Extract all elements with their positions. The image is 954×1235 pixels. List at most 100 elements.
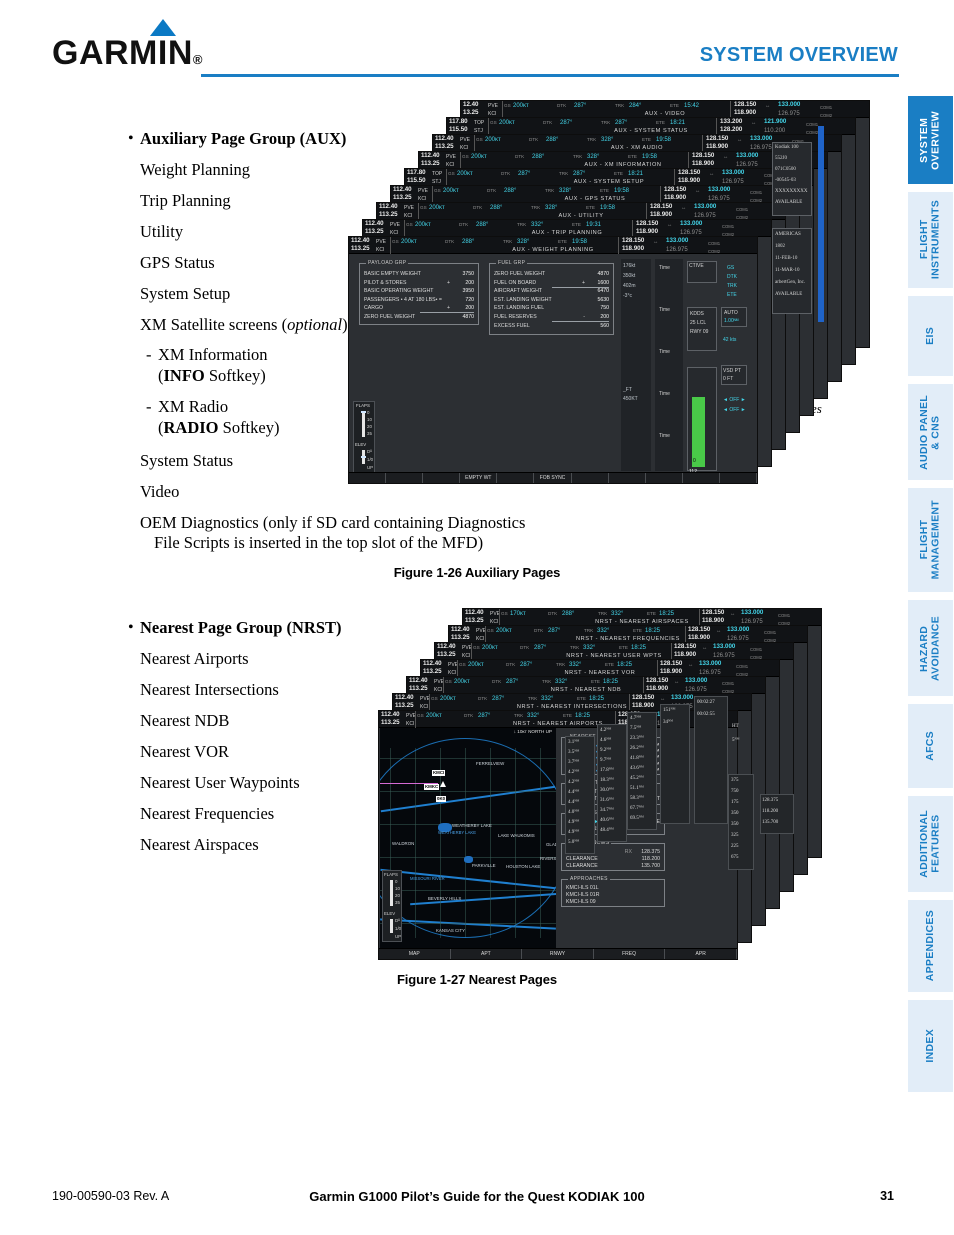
trk-value: 328° [587,153,600,160]
softkey-10[interactable] [683,473,720,483]
gs-label: GS [406,222,413,227]
figure-1-26-caption: Figure 1-26 Auxiliary Pages [393,565,561,580]
elev-label: ELEV [355,442,367,447]
chapter-tab-index[interactable]: INDEX [908,1000,953,1092]
gs-value: 200ᴋᴛ [457,170,473,177]
mfd-screen[interactable]: 112.40 113.25 PVE KCI GS 200ᴋᴛ DTK 287° TRK 332° E… [378,710,738,960]
softkey-2[interactable] [386,473,424,483]
dtk-label: DTK [529,137,539,142]
nav-separator [629,694,630,711]
payload-group-title: PAYLOAD GRP [366,260,409,266]
chapter-tab-eis[interactable]: EIS [908,296,953,376]
com-swap-icon: ↔ [716,628,722,634]
kdds-line2: 25 LCL [690,320,707,326]
softkey-6[interactable]: FOB SYNC [534,473,572,483]
nearest-airports-pane[interactable]: NEAREST AIRPORTS → KMCI ◆ 324° 4.5ᴺᴹ KMKC ◆ 152°… [561,734,665,775]
nav1-freq: 112.40 [365,220,384,227]
gs-label: GS [392,239,399,244]
approach-row[interactable]: KMCI-ILS 09 [566,899,660,905]
trk-value: 332° [555,678,568,685]
softkey-nrst-4[interactable]: FREQ [594,949,666,959]
chapter-tab-audio-panel-cns[interactable]: AUDIO PANEL & CNS [908,384,953,480]
time-block-4 [658,445,678,461]
softkey-8[interactable] [609,473,646,483]
gs-value: 200ᴋᴛ [429,204,445,211]
approach-row[interactable]: KMCI-ILS 01R [566,892,660,898]
auto-value: 1.00ᴺᴹ [724,318,739,324]
ete-value: 19:58 [656,136,672,143]
gs-label: GS [462,154,469,159]
payload-row-value: 3750 [462,271,474,277]
gs-label: GS [417,713,424,718]
com-swap-icon: ↔ [674,679,680,685]
gs-value: 200ᴋᴛ [468,661,484,668]
aux-subitem-xm-information-softkey: (INFO Softkey) [158,366,266,386]
softkey-1[interactable] [349,473,387,483]
nav1-freq: 117.80 [449,118,468,125]
dtk-label: DTK [548,611,558,616]
chapter-tab-flight-instruments[interactable]: FLIGHT INSTRUMENTS [908,192,953,288]
chapter-tab-hazard-avoidance[interactable]: HAZARD AVOIDANCE [908,600,953,696]
chapter-tab-additional-features[interactable]: ADDITIONAL FEATURES [908,796,953,892]
mfd-nav-status-bar: 117.80 115.50 TOP STJ GS 200ᴋᴛ DTK 287° TRK 287° E… [405,169,813,186]
softkey-nrst-2[interactable]: APT [451,949,523,959]
dtk-value: 288° [546,136,559,143]
chapter-tab-label: ADDITIONAL FEATURES [918,810,942,878]
fuel-row-label: EXCESS FUEL [494,322,530,329]
flaps-tick-nrst-2: 20 [395,893,400,898]
com-swap-icon: ↔ [751,120,757,126]
aux-subitem-xm-radio: XM Radio [158,397,229,416]
softkey-7[interactable] [572,473,609,483]
ete-label: ETE [614,171,623,176]
chapter-tab-system-overview[interactable]: SYSTEM OVERVIEW [908,96,953,184]
softkey-nrst-5[interactable]: APR [665,949,737,959]
mfd-nav-status-bar: 112.40 113.25 PVE KCI GS 200ᴋᴛ DTK 288° TRK 328° E… [419,152,827,169]
approaches-pane[interactable]: APPROACHES KMCI-ILS 01L KMCI-ILS 01R KMCI-I… [561,876,665,907]
nearest-map[interactable]: ↓ 10ᴋᴛ NORTH UP KMCI KMKC 0K0 FERRELVIEW WEAT… [380,728,556,949]
dtk-value: 287° [548,627,561,634]
ete-value: 18:25 [575,712,591,719]
softkey-4[interactable]: EMPTY WT [460,473,498,483]
dtk-label: DTK [464,713,474,718]
approach-row[interactable]: KMCI-ILS 01L [566,885,660,891]
com-swap-icon: ↔ [695,188,701,194]
airport-ident: KMCI [573,743,586,749]
mfd-screen[interactable]: 112.40 113.25 PVE KCI GS 200ᴋᴛ DTK 288° TRK 328° E… [348,236,758,484]
mfd-nav-status-bar: 112.40 113.25 PVE KCI GS 200ᴋᴛ DTK 288° TRK 328° E… [349,237,757,254]
trk-value: 332° [541,695,554,702]
com-swap-icon: ↔ [646,713,652,719]
com-swap-icon: ↔ [723,154,729,160]
softkey-nrst-3[interactable]: RNWY [522,949,594,959]
dtk-value: 288° [476,221,489,228]
airport-ident: KFLV [573,761,586,768]
garmin-wordmark: GARMIN® [52,34,203,72]
gs-label: GS [501,611,508,616]
nrst-group-heading: Nearest Page Group (NRST) [140,618,342,637]
airport-symbol-icon: ◆ [596,743,600,749]
softkey-3[interactable] [423,473,461,483]
ete-value: 19:58 [614,187,630,194]
softkey-nrst-1[interactable]: MAP [379,949,451,959]
gs-label: GS [434,188,441,193]
payload-row-sign: + [446,279,450,286]
softkey-5[interactable] [497,473,535,483]
nav1-freq: 112.40 [465,609,484,616]
gs-label: GS [431,696,438,701]
gs-value: 200ᴋᴛ [443,187,459,194]
gs-value: 200ᴋᴛ [496,627,512,634]
elev-tick-nrst-1: 1/0 [395,926,402,931]
softkey-11[interactable] [720,473,757,483]
ete-value: 18:25 [589,695,605,702]
frequency-value: 128.375 [641,849,660,855]
com1-standby: 128.150 [692,152,715,159]
runways-pane[interactable]: RUNWAYS ◄ 01L-19R ► HARD SURFACE 10801 FT x… [561,810,665,835]
time-label-0: Time [659,265,670,271]
frequencies-pane[interactable]: FREQUENCIES ATIS RX 128.375 CLEARANCE 118.200… [561,840,665,871]
com-swap-icon: ↔ [709,171,715,177]
chapter-tab-afcs[interactable]: AFCS [908,704,953,788]
softkey-9[interactable] [646,473,683,483]
gs-label: GS [445,679,452,684]
trk-label: TRK [584,628,594,633]
figure-nearest-pages: 112.40 113.25 PVE KCI GS 170ᴋᴛ DTK 288° TRK 332° E… [372,608,832,968]
aux-item-utility: Utility [140,222,184,241]
